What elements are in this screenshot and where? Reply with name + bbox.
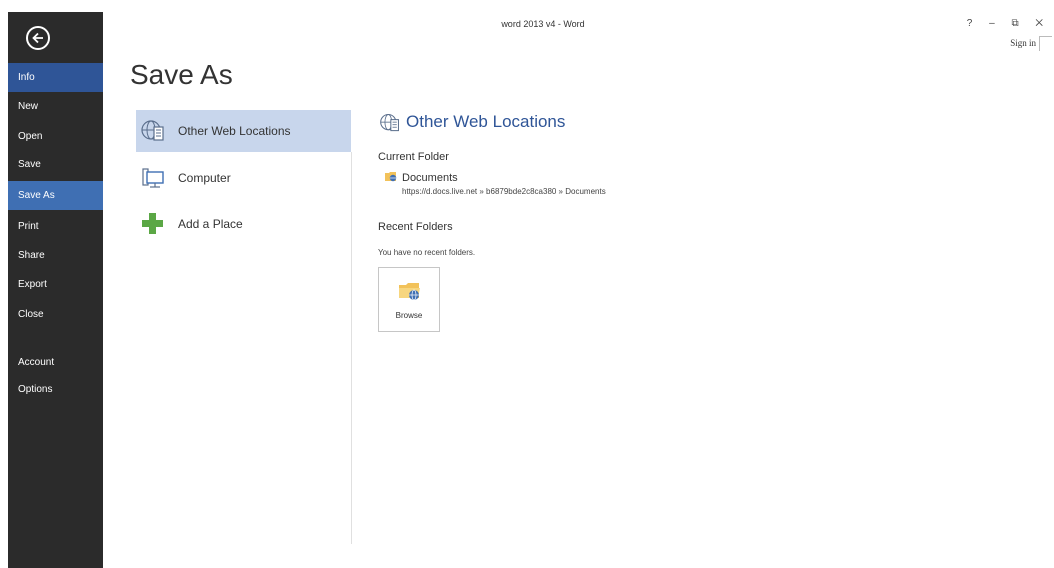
nav-export[interactable]: Export — [8, 270, 103, 299]
nav-new[interactable]: New — [8, 92, 103, 121]
sign-in-link[interactable]: Sign in — [1010, 38, 1036, 48]
location-add-a-place[interactable]: Add a Place — [136, 203, 351, 245]
no-recent-folders-text: You have no recent folders. — [378, 248, 476, 257]
nav-info[interactable]: Info — [8, 63, 103, 92]
browse-button[interactable]: Browse — [378, 267, 440, 332]
nav-close[interactable]: Close — [8, 300, 103, 329]
location-other-web-locations[interactable]: Other Web Locations — [136, 110, 351, 152]
nav-share[interactable]: Share — [8, 241, 103, 270]
window-title: word 2013 v4 - Word — [501, 19, 585, 29]
browse-folder-globe-icon — [399, 283, 420, 301]
computer-icon — [142, 168, 164, 188]
location-detail-panel: Other Web Locations Current Folder Docum… — [378, 112, 1018, 352]
location-label: Other Web Locations — [178, 124, 291, 138]
title-bar: word 2013 v4 - Word ? – ⧉ ✕ Sign in — [103, 12, 1054, 51]
globe-server-icon — [141, 120, 164, 141]
current-folder-heading: Current Folder — [378, 151, 449, 163]
recent-folders-heading: Recent Folders — [378, 221, 453, 233]
page-title: Save As — [130, 59, 233, 90]
location-computer[interactable]: Computer — [136, 157, 351, 199]
browse-label: Browse — [395, 311, 423, 320]
nav-open[interactable]: Open — [8, 122, 103, 151]
detail-heading: Other Web Locations — [378, 112, 638, 134]
add-plus-icon — [142, 213, 163, 234]
location-label: Add a Place — [178, 217, 243, 231]
nav-save[interactable]: Save — [8, 150, 103, 179]
window-controls[interactable]: ? – ⧉ ✕ — [967, 18, 1050, 29]
pane-divider — [351, 152, 352, 544]
detail-title: Other Web Locations — [406, 112, 566, 131]
current-folder-name[interactable]: Documents — [402, 172, 458, 184]
nav-account[interactable]: Account — [8, 348, 103, 377]
web-folder-icon[interactable] — [385, 170, 397, 182]
flag-icon — [1039, 36, 1052, 51]
nav-options[interactable]: Options — [8, 375, 103, 404]
left-gutter — [0, 0, 8, 568]
back-arrow-icon[interactable] — [26, 26, 50, 50]
nav-print[interactable]: Print — [8, 212, 103, 241]
nav-save-as[interactable]: Save As — [8, 181, 103, 210]
location-label: Computer — [178, 171, 231, 185]
globe-server-icon — [380, 114, 399, 132]
current-folder-path: https://d.docs.live.net » b6879bde2c8ca3… — [402, 187, 606, 196]
backstage-sidebar: Info New Open Save Save As Print Share E… — [8, 12, 103, 568]
